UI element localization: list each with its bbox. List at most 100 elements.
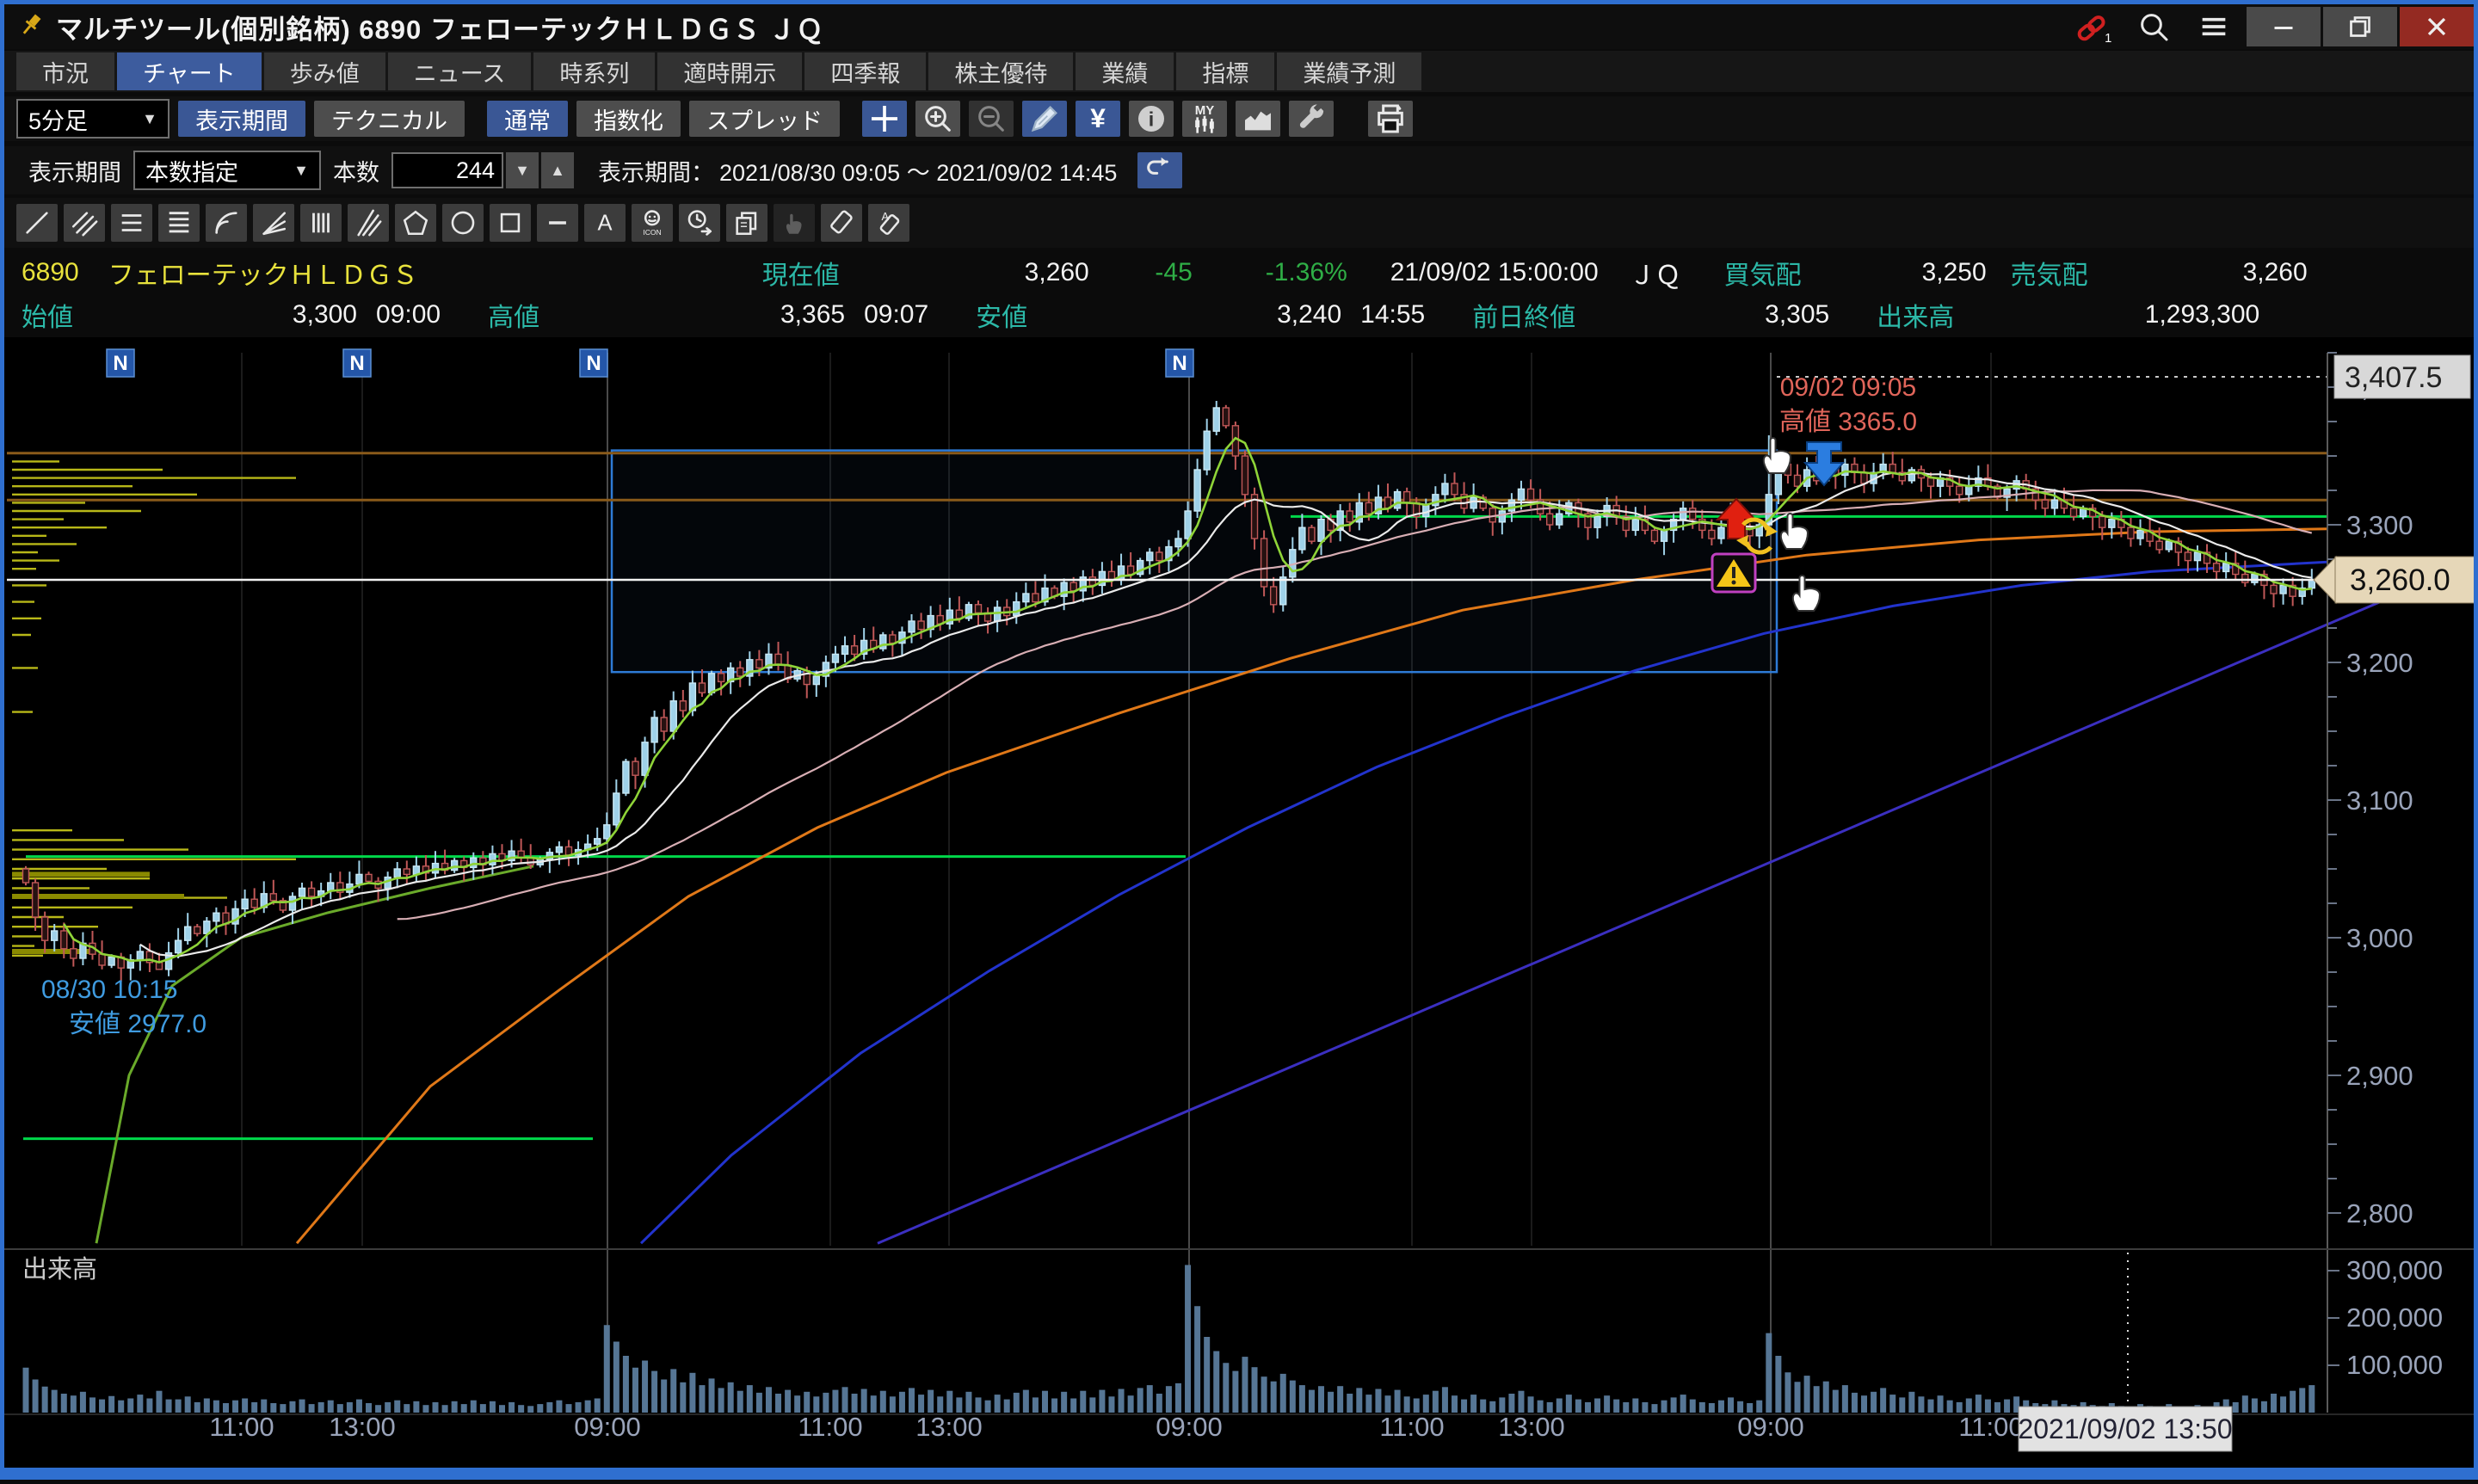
tab-四季報[interactable]: 四季報 bbox=[804, 52, 926, 90]
button-テクニカル[interactable]: テクニカル bbox=[314, 101, 465, 137]
volume-pane-label: 出来高 bbox=[22, 1255, 97, 1284]
hand-cursor-icon bbox=[1781, 514, 1808, 549]
svg-text:13:00: 13:00 bbox=[329, 1412, 396, 1442]
search-icon[interactable] bbox=[2124, 7, 2184, 46]
volume-bars bbox=[23, 1265, 2315, 1413]
ask-label: 売気配 bbox=[2011, 254, 2088, 292]
svg-text:N: N bbox=[586, 352, 601, 375]
hatch-tool[interactable] bbox=[64, 204, 105, 242]
tab-チャート[interactable]: チャート bbox=[117, 52, 262, 90]
hlines4-tool[interactable] bbox=[158, 204, 200, 242]
pin-icon bbox=[16, 10, 46, 44]
svg-text:3,407.5: 3,407.5 bbox=[2345, 361, 2442, 394]
tab-bar: 市況チャート歩み値ニュース時系列適時開示四季報株主優待業績指標業績予測 bbox=[4, 51, 2474, 92]
bid-value: 3,250 bbox=[1802, 258, 1987, 287]
svg-text:200,000: 200,000 bbox=[2346, 1302, 2443, 1333]
close-button[interactable] bbox=[2400, 7, 2474, 46]
trendline-tool[interactable] bbox=[16, 204, 58, 242]
quote-datetime: 21/09/02 15:00:00 bbox=[1390, 258, 1599, 287]
zoom-in-icon[interactable] bbox=[915, 101, 960, 137]
minimize-button[interactable] bbox=[2247, 7, 2321, 46]
tab-適時開示[interactable]: 適時開示 bbox=[657, 52, 802, 90]
bar-count-input[interactable] bbox=[391, 152, 503, 188]
svg-text:N: N bbox=[349, 352, 364, 375]
ellipse-tool[interactable] bbox=[442, 204, 484, 242]
svg-text:1: 1 bbox=[2105, 32, 2111, 45]
tab-時系列[interactable]: 時系列 bbox=[533, 52, 655, 90]
crosshair-icon[interactable] bbox=[862, 101, 907, 137]
eraser-tool[interactable] bbox=[821, 204, 862, 242]
svg-text:09:00: 09:00 bbox=[1737, 1412, 1804, 1442]
svg-text:09/02 09:05: 09/02 09:05 bbox=[1780, 373, 1916, 402]
button-指数化[interactable]: 指数化 bbox=[576, 101, 681, 137]
stock-name: フェローテックＨＬＤＧＳ bbox=[108, 254, 418, 292]
tab-市況[interactable]: 市況 bbox=[16, 52, 114, 90]
fibo-arc-tool[interactable] bbox=[206, 204, 247, 242]
my-chart-icon[interactable]: MY bbox=[1182, 101, 1227, 137]
button-通常[interactable]: 通常 bbox=[487, 101, 568, 137]
hand-tool[interactable] bbox=[774, 204, 815, 242]
time-cycle-tool[interactable] bbox=[679, 204, 720, 242]
pitchfork-tool[interactable] bbox=[348, 204, 389, 242]
button-表示期間[interactable]: 表示期間 bbox=[178, 101, 305, 137]
rectangle-tool[interactable] bbox=[490, 204, 531, 242]
svg-text:A: A bbox=[597, 212, 612, 236]
info-icon[interactable]: i bbox=[1129, 101, 1174, 137]
vlines-tool[interactable] bbox=[300, 204, 342, 242]
copy-tool[interactable] bbox=[726, 204, 767, 242]
link-icon[interactable]: 1 bbox=[2063, 7, 2124, 46]
menu-icon[interactable] bbox=[2184, 7, 2244, 46]
pentagon-tool[interactable] bbox=[395, 204, 436, 242]
count-down-button[interactable]: ▼ bbox=[506, 152, 539, 188]
window-border-top bbox=[0, 0, 2478, 4]
yen-icon[interactable]: ¥ bbox=[1076, 101, 1120, 137]
svg-text:¥: ¥ bbox=[1090, 102, 1106, 133]
chevron-down-icon: ▼ bbox=[280, 162, 309, 180]
zoom-out-icon[interactable] bbox=[969, 101, 1014, 137]
interval-value: 5分足 bbox=[28, 102, 88, 136]
reset-range-button[interactable] bbox=[1137, 152, 1182, 188]
ohlc-label-2: 安値 bbox=[976, 296, 1057, 334]
window-title: マルチツール(個別銘柄) 6890 フェローテックＨＬＤＧＳ ＪＱ bbox=[56, 8, 823, 46]
wrench-icon[interactable] bbox=[1289, 101, 1334, 137]
period-bar-label: 表示期間 bbox=[28, 154, 121, 188]
tab-歩み値[interactable]: 歩み値 bbox=[264, 52, 385, 90]
icon-stamp-tool[interactable]: ICON bbox=[632, 204, 673, 242]
toolbar-period: 表示期間 本数指定 ▼ 本数 ▼ ▲ 表示期間： 2021/08/30 09:0… bbox=[4, 146, 2474, 194]
count-up-button[interactable]: ▲ bbox=[541, 152, 574, 188]
count-mode-select[interactable]: 本数指定 ▼ bbox=[133, 151, 321, 190]
pencil-icon[interactable] bbox=[1022, 101, 1067, 137]
window-border-right bbox=[2474, 0, 2478, 1480]
hline-tool[interactable] bbox=[537, 204, 578, 242]
ohlc-time-1: 09:07 bbox=[864, 300, 928, 329]
tab-株主優待[interactable]: 株主優待 bbox=[928, 52, 1073, 90]
printer-icon[interactable] bbox=[1368, 101, 1413, 137]
tab-ニュース[interactable]: ニュース bbox=[388, 52, 532, 90]
eraser-text-tool[interactable]: A bbox=[868, 204, 909, 242]
area-chart-icon[interactable] bbox=[1236, 101, 1280, 137]
quote-row-2: 始値3,30009:00高値3,36509:07安値3,24014:55前日終値… bbox=[4, 295, 2474, 335]
tab-業績[interactable]: 業績 bbox=[1076, 52, 1174, 90]
tab-業績予測[interactable]: 業績予測 bbox=[1277, 52, 1421, 90]
fan-lines-tool[interactable] bbox=[253, 204, 294, 242]
svg-text:3,300: 3,300 bbox=[2346, 510, 2413, 540]
button-スプレッド[interactable]: スプレッド bbox=[689, 101, 840, 137]
svg-text:2,900: 2,900 bbox=[2346, 1061, 2413, 1091]
market-code: ＪＱ bbox=[1630, 254, 1681, 292]
svg-text:13:00: 13:00 bbox=[915, 1412, 983, 1442]
restore-button[interactable] bbox=[2323, 7, 2397, 46]
svg-text:3,200: 3,200 bbox=[2346, 648, 2413, 678]
svg-text:ICON: ICON bbox=[643, 228, 661, 237]
hlines3-tool[interactable] bbox=[111, 204, 152, 242]
ohlc-label-1: 高値 bbox=[488, 296, 570, 334]
window-border-left bbox=[0, 0, 4, 1480]
tab-指標[interactable]: 指標 bbox=[1176, 52, 1274, 90]
stock-code: 6890 bbox=[22, 258, 79, 287]
ohlc-label-4: 出来高 bbox=[1877, 296, 1976, 334]
count-label: 本数 bbox=[333, 154, 379, 188]
ohlc-value-2: 3,240 bbox=[1057, 300, 1341, 329]
price-chart[interactable]: NNNN3,4003,3003,2003,1003,0002,9002,8003… bbox=[0, 337, 2478, 1480]
hand-cursor-icon bbox=[1764, 438, 1791, 473]
interval-select[interactable]: 5分足 ▼ bbox=[16, 99, 170, 139]
text-tool[interactable]: A bbox=[584, 204, 626, 242]
